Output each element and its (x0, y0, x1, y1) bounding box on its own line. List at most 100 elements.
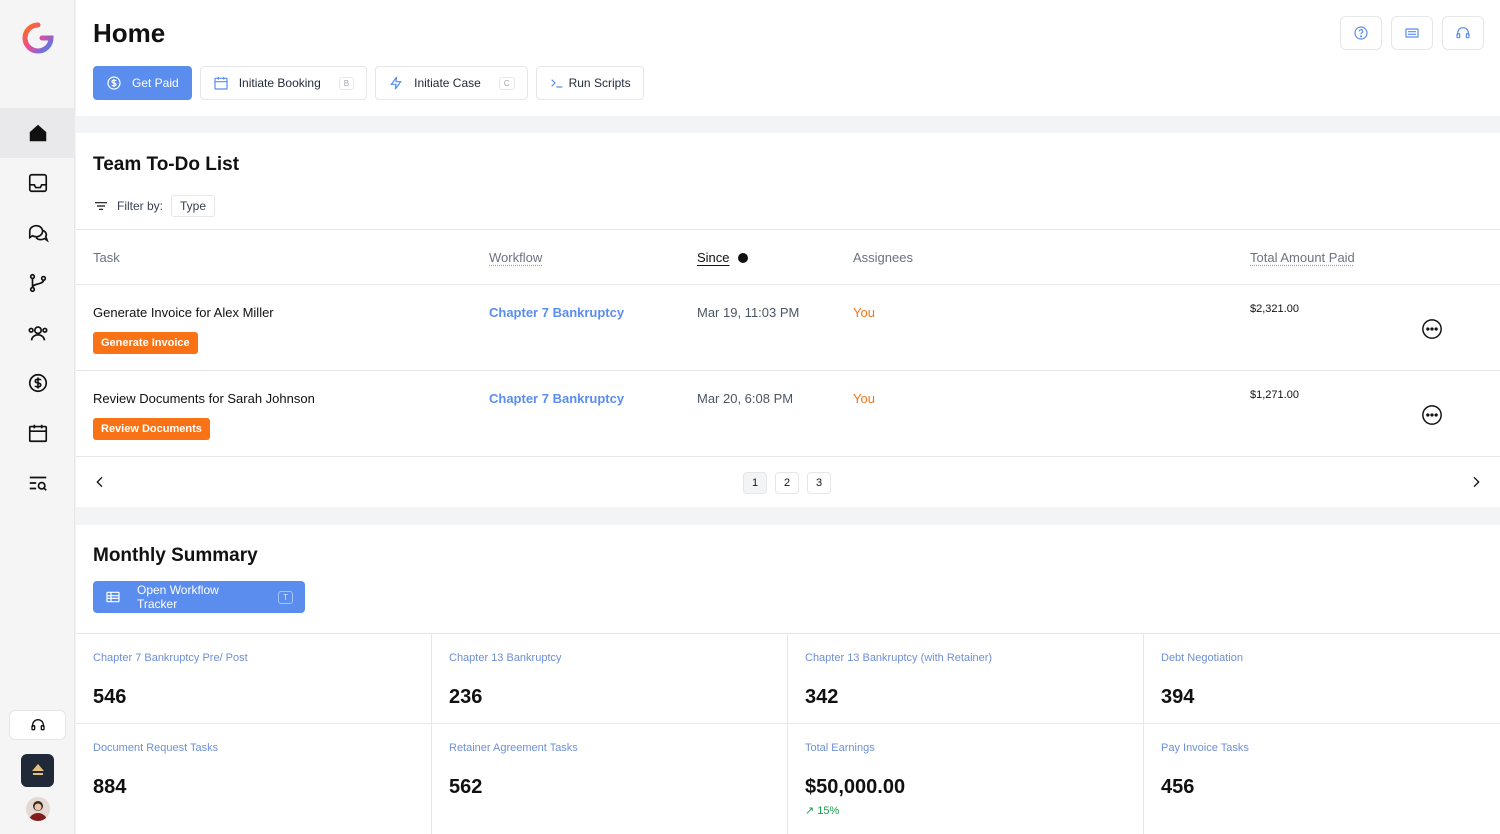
sidebar-item-messages[interactable] (0, 208, 75, 258)
stat-label: Debt Negotiation (1161, 652, 1243, 664)
review-documents-button[interactable]: Review Documents (93, 418, 210, 440)
column-workflow[interactable]: Workflow (489, 250, 542, 265)
task-name: Generate Invoice for Alex Miller (93, 305, 274, 320)
stat-value: 456 (1161, 776, 1194, 799)
trend-indicator: ↗ 15% (805, 804, 839, 817)
support-header-button[interactable] (1442, 16, 1484, 50)
shortcut-badge: B (339, 77, 354, 90)
column-assignees: Assignees (853, 250, 913, 265)
column-since[interactable]: Since (697, 250, 748, 265)
list-search-icon (27, 472, 49, 494)
generate-invoice-button[interactable]: Generate Invoice (93, 332, 198, 354)
column-total-amount-paid[interactable]: Total Amount Paid (1250, 250, 1355, 265)
terminal-icon (549, 75, 565, 91)
stat-value: 394 (1161, 686, 1194, 709)
get-paid-label: Get Paid (132, 76, 179, 90)
monthly-summary-card: Monthly Summary Open Workflow Tracker T … (76, 525, 1500, 834)
assignee: You (853, 391, 875, 406)
column-since-label: Since (697, 250, 730, 265)
pagination: 1 2 3 (76, 458, 1500, 506)
chevron-left-icon[interactable] (92, 474, 108, 490)
calendar-icon (213, 75, 229, 91)
page-2[interactable]: 2 (775, 472, 799, 494)
main-content: Home Get Paid Initiate Booking B Initiat… (76, 0, 1500, 834)
filter-icon (93, 198, 109, 214)
stat-value: 546 (93, 686, 126, 709)
stat-card[interactable]: Pay Invoice Tasks 456 (1144, 724, 1500, 834)
quick-actions: Get Paid Initiate Booking B Initiate Cas… (93, 66, 644, 100)
summary-title: Monthly Summary (93, 545, 258, 567)
sidebar-nav (0, 108, 75, 508)
sidebar-item-workflows[interactable] (0, 258, 75, 308)
trend-up-icon: ↗ (805, 805, 817, 817)
chevron-right-icon[interactable] (1468, 474, 1484, 490)
todo-title: Team To-Do List (93, 154, 239, 176)
organization-logo[interactable] (21, 754, 54, 787)
sort-indicator-icon (738, 253, 748, 263)
stat-label: Retainer Agreement Tasks (449, 742, 578, 754)
shortcut-badge: C (499, 77, 515, 90)
sidebar-item-team[interactable] (0, 308, 75, 358)
stat-card[interactable]: Chapter 13 Bankruptcy 236 (432, 634, 788, 724)
open-workflow-tracker-button[interactable]: Open Workflow Tracker T (93, 581, 305, 613)
initiate-booking-button[interactable]: Initiate Booking B (200, 66, 367, 100)
help-icon (1353, 25, 1369, 41)
sidebar-item-inbox[interactable] (0, 158, 75, 208)
filter-type-dropdown[interactable]: Type (171, 195, 215, 217)
initiate-case-label: Initiate Case (414, 76, 481, 90)
summary-stats-grid: Chapter 7 Bankruptcy Pre/ Post 546 Chapt… (76, 633, 1500, 834)
keyboard-button[interactable] (1391, 16, 1433, 50)
support-button[interactable] (9, 710, 66, 740)
column-task: Task (93, 250, 120, 265)
more-options-icon[interactable] (1421, 318, 1443, 340)
stat-label: Document Request Tasks (93, 742, 218, 754)
run-scripts-button[interactable]: Run Scripts (536, 66, 644, 100)
shortcut-badge: T (278, 591, 293, 604)
stat-card[interactable]: Document Request Tasks 884 (76, 724, 432, 834)
stat-value: 236 (449, 686, 482, 709)
user-avatar[interactable] (26, 797, 50, 821)
stat-label: Chapter 7 Bankruptcy Pre/ Post (93, 652, 248, 664)
stat-value: 884 (93, 776, 126, 799)
assignee: You (853, 305, 875, 320)
filter-bar: Filter by: Type (93, 195, 215, 217)
inbox-icon (27, 172, 49, 194)
avatar-image-icon (26, 797, 50, 821)
page-3[interactable]: 3 (807, 472, 831, 494)
stat-card-total-earnings[interactable]: Total Earnings $50,000.00 ↗ 15% (788, 724, 1144, 834)
stat-card[interactable]: Debt Negotiation 394 (1144, 634, 1500, 724)
home-icon (27, 122, 49, 144)
stat-card[interactable]: Retainer Agreement Tasks 562 (432, 724, 788, 834)
sidebar-item-calendar[interactable] (0, 408, 75, 458)
sidebar-item-payments[interactable] (0, 358, 75, 408)
stat-label: Pay Invoice Tasks (1161, 742, 1249, 754)
page-header: Home Get Paid Initiate Booking B Initiat… (76, 0, 1500, 116)
headset-icon (30, 717, 46, 733)
stat-value: $50,000.00 (805, 776, 905, 799)
workflow-link[interactable]: Chapter 7 Bankruptcy (489, 305, 624, 320)
more-options-icon[interactable] (1421, 404, 1443, 426)
dollar-circle-icon (106, 75, 122, 91)
keyboard-icon (1404, 25, 1420, 41)
header-utility-buttons (1340, 16, 1484, 50)
sidebar (0, 0, 75, 834)
team-todo-card: Team To-Do List Filter by: Type Task Wor… (76, 133, 1500, 507)
app-logo[interactable] (22, 22, 54, 54)
initiate-case-button[interactable]: Initiate Case C (375, 66, 527, 100)
amount-paid: $1,271.00 (1250, 389, 1299, 401)
help-button[interactable] (1340, 16, 1382, 50)
page-1[interactable]: 1 (743, 472, 767, 494)
tracker-button-label: Open Workflow Tracker (137, 583, 262, 611)
initiate-booking-label: Initiate Booking (239, 76, 321, 90)
table-row: Review Documents for Sarah Johnson Revie… (76, 371, 1500, 457)
workflow-link[interactable]: Chapter 7 Bankruptcy (489, 391, 624, 406)
get-paid-button[interactable]: Get Paid (93, 66, 192, 100)
org-emblem-icon (28, 761, 48, 781)
amount-paid: $2,321.00 (1250, 303, 1299, 315)
sidebar-item-home[interactable] (0, 108, 75, 158)
table-icon (105, 589, 121, 605)
calendar-icon (27, 422, 49, 444)
stat-card[interactable]: Chapter 13 Bankruptcy (with Retainer) 34… (788, 634, 1144, 724)
stat-card[interactable]: Chapter 7 Bankruptcy Pre/ Post 546 (76, 634, 432, 724)
sidebar-item-search-list[interactable] (0, 458, 75, 508)
